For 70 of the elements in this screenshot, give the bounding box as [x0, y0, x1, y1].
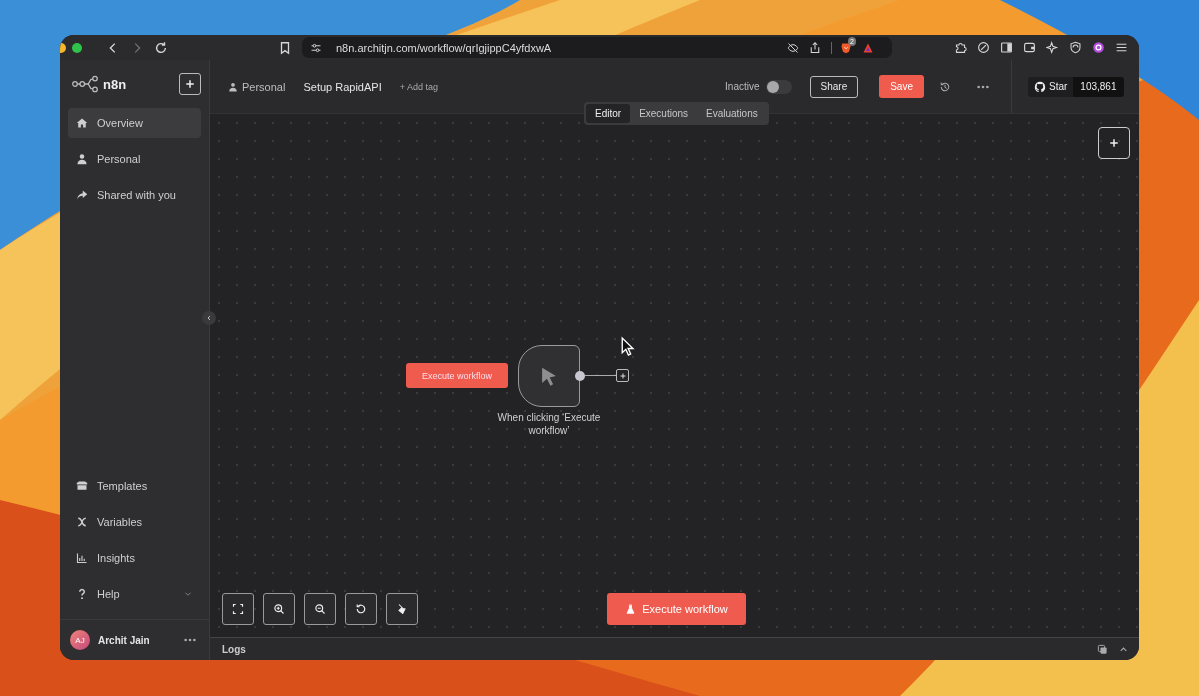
github-icon [1034, 80, 1046, 93]
user-avatar: AJ [70, 630, 90, 650]
undo-icon [355, 603, 367, 615]
zoom-out-icon [314, 603, 326, 615]
chevron-left-icon [205, 314, 213, 322]
flask-icon [625, 603, 637, 615]
add-tag-link[interactable]: + Add tag [399, 81, 438, 92]
plus-icon [184, 78, 196, 90]
zoom-button[interactable] [72, 42, 82, 53]
history-icon [939, 80, 951, 93]
user-icon [228, 81, 238, 92]
chart-icon [76, 552, 88, 564]
sidebar-item[interactable]: Shared with you [68, 180, 201, 210]
node-label: When clicking ‘Execute workflow’ [496, 411, 602, 437]
project-link[interactable]: Personal [228, 80, 286, 93]
eye-slash-icon[interactable] [787, 41, 799, 54]
zoom-in-button[interactable] [263, 593, 295, 625]
profile-icon[interactable] [1092, 41, 1105, 54]
plus-icon [1108, 137, 1120, 149]
reload-icon[interactable] [154, 40, 168, 55]
sidebar-item[interactable]: Templates [68, 471, 201, 501]
active-toggle[interactable] [765, 79, 792, 94]
sidebar-icon[interactable] [1000, 41, 1013, 54]
home-icon [76, 117, 88, 129]
star-count: 103,861 [1073, 76, 1124, 97]
wallet-icon[interactable] [1023, 41, 1036, 54]
shield-icon[interactable] [1069, 41, 1082, 54]
share-icon [76, 189, 88, 201]
share-icon[interactable] [809, 41, 821, 54]
view-tab[interactable]: Executions [630, 104, 698, 123]
triangle-icon[interactable] [862, 41, 874, 54]
reset-zoom-button[interactable] [345, 593, 377, 625]
url-text: n8n.architjn.com/workflow/qrIgjippC4yfdxwA [336, 41, 552, 54]
box-icon [76, 480, 88, 492]
workflow-name[interactable]: Setup RapidAPI [303, 80, 382, 93]
tidy-up-button[interactable] [386, 593, 418, 625]
logo-text: n8n [103, 76, 127, 92]
trigger-node[interactable] [518, 345, 580, 407]
menu-icon[interactable] [1115, 41, 1128, 54]
share-button[interactable]: Share [809, 75, 859, 98]
create-button[interactable] [179, 73, 201, 95]
user-name: Archit Jain [98, 634, 150, 646]
question-mark-icon [76, 588, 88, 600]
broom-icon [396, 603, 408, 615]
fit-view-icon [232, 603, 244, 615]
fit-view-button[interactable] [222, 593, 254, 625]
help-menu[interactable]: Help [68, 579, 201, 609]
zoom-out-button[interactable] [304, 593, 336, 625]
variable-icon [76, 516, 88, 528]
user-icon [76, 153, 88, 165]
sidebar-item[interactable]: Variables [68, 507, 201, 537]
sidebar-item[interactable]: Overview [68, 108, 201, 138]
logo-icon [70, 74, 100, 94]
pop-out-icon[interactable] [1097, 643, 1108, 655]
sidebar-item[interactable]: Personal [68, 144, 201, 174]
history-button[interactable] [939, 80, 951, 93]
sparkle-icon[interactable] [1046, 41, 1059, 54]
status-label: Inactive [725, 81, 760, 92]
bookmark-icon[interactable] [278, 40, 292, 55]
view-tab[interactable]: Editor [586, 104, 631, 123]
logs-title[interactable]: Logs [222, 643, 246, 655]
sidebar-item[interactable]: Insights [68, 543, 201, 573]
puzzle-icon[interactable] [954, 41, 967, 54]
plus-icon [618, 371, 627, 380]
site-settings-icon[interactable] [310, 41, 322, 54]
node-connector[interactable] [575, 369, 629, 382]
add-node-button[interactable] [1098, 127, 1130, 159]
zoom-in-icon [273, 603, 285, 615]
github-star-button[interactable]: Star [1028, 76, 1074, 97]
view-tab[interactable]: Evaluations [697, 104, 767, 123]
